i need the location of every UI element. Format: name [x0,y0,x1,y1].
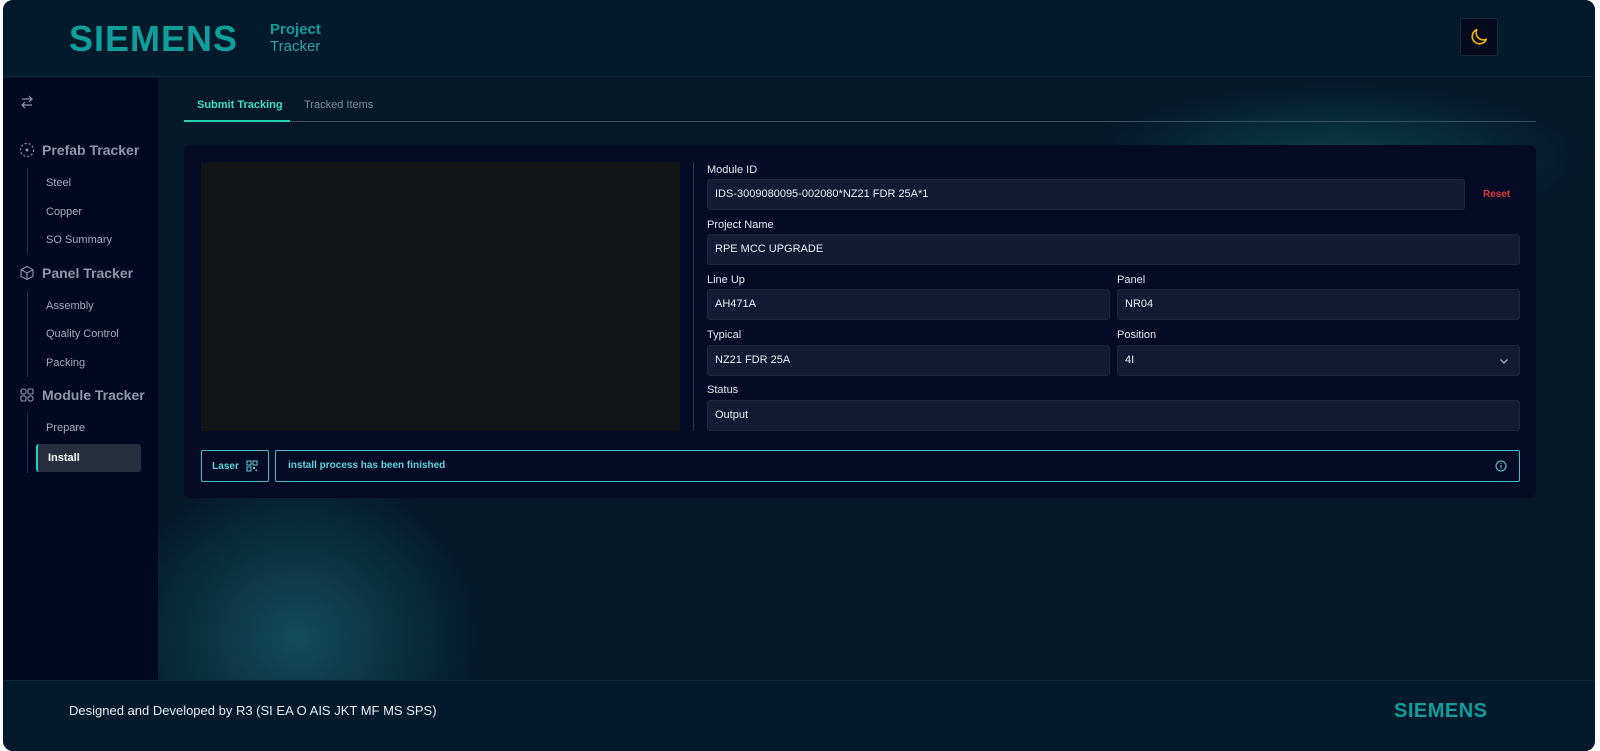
sidebar-subline [27,413,28,473]
modules-icon [20,388,34,402]
status-message-bar: install process has been finished [275,450,1520,482]
module-id-label: Module ID [707,164,758,176]
panel-field[interactable]: NR04 [1117,289,1520,320]
sidebar-item-packing[interactable]: Packing [46,357,85,369]
project-name-label: Project Name [707,219,774,231]
sidebar-item-quality-control[interactable]: Quality Control [46,328,119,340]
sidebar-item-steel[interactable]: Steel [46,177,71,189]
sidebar-item-copper[interactable]: Copper [46,206,82,218]
status-message-text: install process has been finished [288,460,446,471]
sidebar-subline [27,291,28,377]
sidebar-item-so-summary[interactable]: SO Summary [46,234,112,246]
reset-button[interactable]: Reset [1483,189,1510,200]
position-select[interactable]: 4I [1117,345,1520,376]
sidebar-section-panel-label: Panel Tracker [42,265,134,281]
position-selected-value: 4I [1125,354,1135,366]
sidebar-section-prefab[interactable]: Prefab Tracker [19,142,139,158]
footer-siemens-logo: SIEMENS [1394,700,1488,722]
laser-scan-button[interactable]: Laser [201,450,269,482]
camera-scanner-view[interactable] [201,162,680,431]
tab-tracked-items[interactable]: Tracked Items [304,99,373,111]
tab-bar: Submit Tracking Tracked Items [184,92,1536,122]
sidebar-section-module-label: Module Tracker [42,387,145,403]
divider [693,162,694,431]
typical-field[interactable]: NZ21 FDR 25A [707,345,1110,376]
laser-button-label: Laser [212,460,239,472]
app-footer: Designed and Developed by R3 (SI EA O AI… [3,680,1595,751]
project-name-field[interactable]: RPE MCC UPGRADE [707,234,1520,265]
app-subtitle: Project Tracker [270,21,321,55]
module-id-field[interactable]: IDS-3009080095-002080*NZ21 FDR 25A*1 [707,179,1465,210]
info-icon[interactable] [1495,460,1507,472]
line-up-label: Line Up [707,274,745,286]
app-window: SIEMENS Project Tracker Prefab Tracker S… [3,0,1595,751]
moon-icon [1471,28,1488,45]
siemens-logo: SIEMENS [69,18,239,59]
subtitle-tracker: Tracker [270,38,321,55]
sidebar: Prefab Tracker Steel Copper SO Summary P… [3,78,158,680]
chevron-down-icon [1500,359,1508,364]
app-header: SIEMENS Project Tracker [3,0,1595,77]
typical-label: Typical [707,329,742,341]
active-tab-indicator [184,120,290,122]
swap-arrows-icon[interactable] [19,94,35,110]
footer-credit: Designed and Developed by R3 (SI EA O AI… [69,703,437,718]
position-label: Position [1117,329,1157,341]
qr-code-icon [246,460,258,472]
cube-icon [20,265,34,281]
sidebar-subline [27,168,28,254]
sidebar-section-module[interactable]: Module Tracker [19,387,145,403]
sidebar-item-prepare[interactable]: Prepare [46,422,85,434]
main-content: Submit Tracking Tracked Items Module ID … [158,78,1595,680]
tracking-card: Module ID IDS-3009080095-002080*NZ21 FDR… [184,145,1536,498]
sidebar-section-panel[interactable]: Panel Tracker [19,265,133,281]
status-field[interactable]: Output [707,400,1520,431]
dashed-circle-icon [19,142,35,158]
status-label: Status [707,384,739,396]
tab-submit-tracking[interactable]: Submit Tracking [197,99,283,111]
sidebar-item-install[interactable]: Install [36,444,141,472]
line-up-field[interactable]: AH471A [707,289,1110,320]
panel-label: Panel [1117,274,1146,286]
sidebar-section-prefab-label: Prefab Tracker [42,142,140,158]
theme-toggle-button[interactable] [1460,18,1498,56]
sidebar-item-assembly[interactable]: Assembly [46,300,94,312]
subtitle-project: Project [270,21,321,38]
